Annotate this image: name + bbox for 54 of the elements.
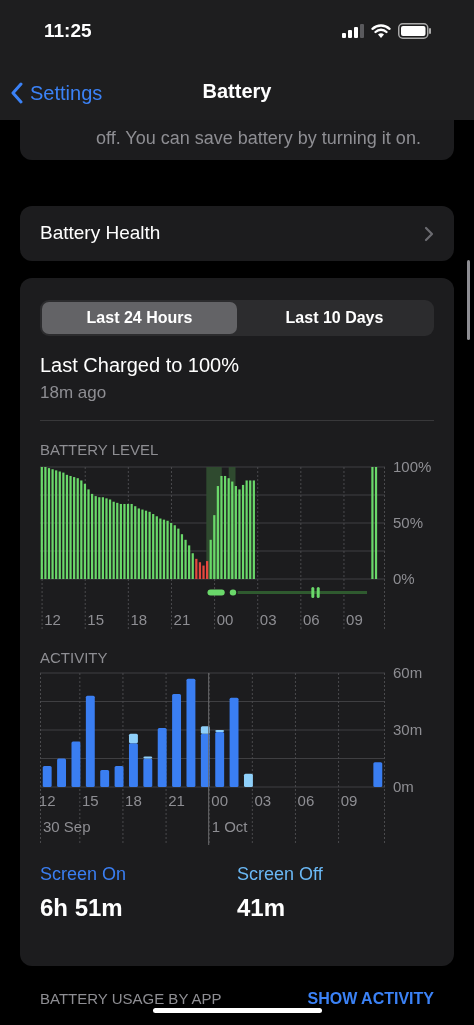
tip-text: off. You can save battery by turning it on.: [96, 127, 422, 150]
axis-label: 50%: [393, 513, 424, 531]
chart-bar: [373, 761, 383, 787]
last-charged-time: 18m ago: [40, 382, 108, 404]
axis-label: 18: [125, 791, 142, 809]
axis-label: 06: [303, 610, 320, 628]
battery-icon: [398, 23, 432, 39]
total-value: 41m: [237, 892, 287, 923]
chevron-left-icon: [10, 82, 24, 104]
axis-label: 09: [346, 610, 363, 628]
range-tab[interactable]: Last 10 Days: [237, 302, 432, 334]
section-heading: ACTIVITY: [40, 648, 109, 667]
chart-bar: [100, 769, 110, 787]
axis-label: 15: [81, 791, 99, 809]
axis-label: 21: [168, 791, 185, 809]
date-label: 1 Oct: [211, 817, 248, 835]
axis-label: 15: [87, 610, 105, 628]
axis-label: 12: [44, 610, 61, 628]
total-label: Screen On: [40, 862, 127, 886]
total-value: 6h 51m: [40, 892, 124, 923]
axis-label: 00: [216, 610, 234, 628]
axis-label: 06: [297, 791, 315, 809]
axis-label: 30m: [393, 720, 423, 738]
back-button[interactable]: Settings: [10, 78, 103, 108]
wifi-icon: [371, 23, 391, 39]
axis-label: 100%: [393, 457, 432, 475]
chart-bar: [114, 765, 124, 787]
chevron-right-icon: [424, 225, 434, 242]
axis-label: 18: [130, 610, 148, 628]
chart-bar: [157, 727, 167, 787]
chart-bar: [71, 740, 81, 787]
axis-label: 09: [340, 791, 358, 809]
axis-label: 00: [211, 791, 229, 809]
axis-label: 0%: [393, 569, 415, 587]
section-heading: BATTERY USAGE BY APP: [40, 988, 222, 1009]
page-title: Battery: [202, 79, 272, 104]
axis-label: 60m: [393, 663, 423, 681]
chart-bar: [244, 773, 253, 787]
battery-health-row[interactable]: Battery Health: [20, 206, 454, 261]
chart-bar: [42, 765, 52, 787]
axis-label: 21: [173, 610, 191, 628]
chart-bar: [57, 758, 66, 787]
axis-label: 12: [40, 791, 56, 809]
axis-label: 03: [259, 610, 277, 628]
axis-label: 0m: [393, 777, 414, 795]
date-label: 30 Sep: [43, 817, 91, 835]
total-label: Screen Off: [237, 862, 323, 886]
signal-icon: [342, 24, 364, 38]
axis-label: 03: [254, 791, 272, 809]
last-charged-title: Last Charged to 100%: [40, 353, 241, 378]
range-tab[interactable]: Last 24 Hours: [42, 302, 237, 334]
status-time: 11:25: [43, 18, 92, 43]
section-heading: BATTERY LEVEL: [40, 440, 160, 459]
show-activity-link[interactable]: SHOW ACTIVITY: [307, 987, 434, 1011]
